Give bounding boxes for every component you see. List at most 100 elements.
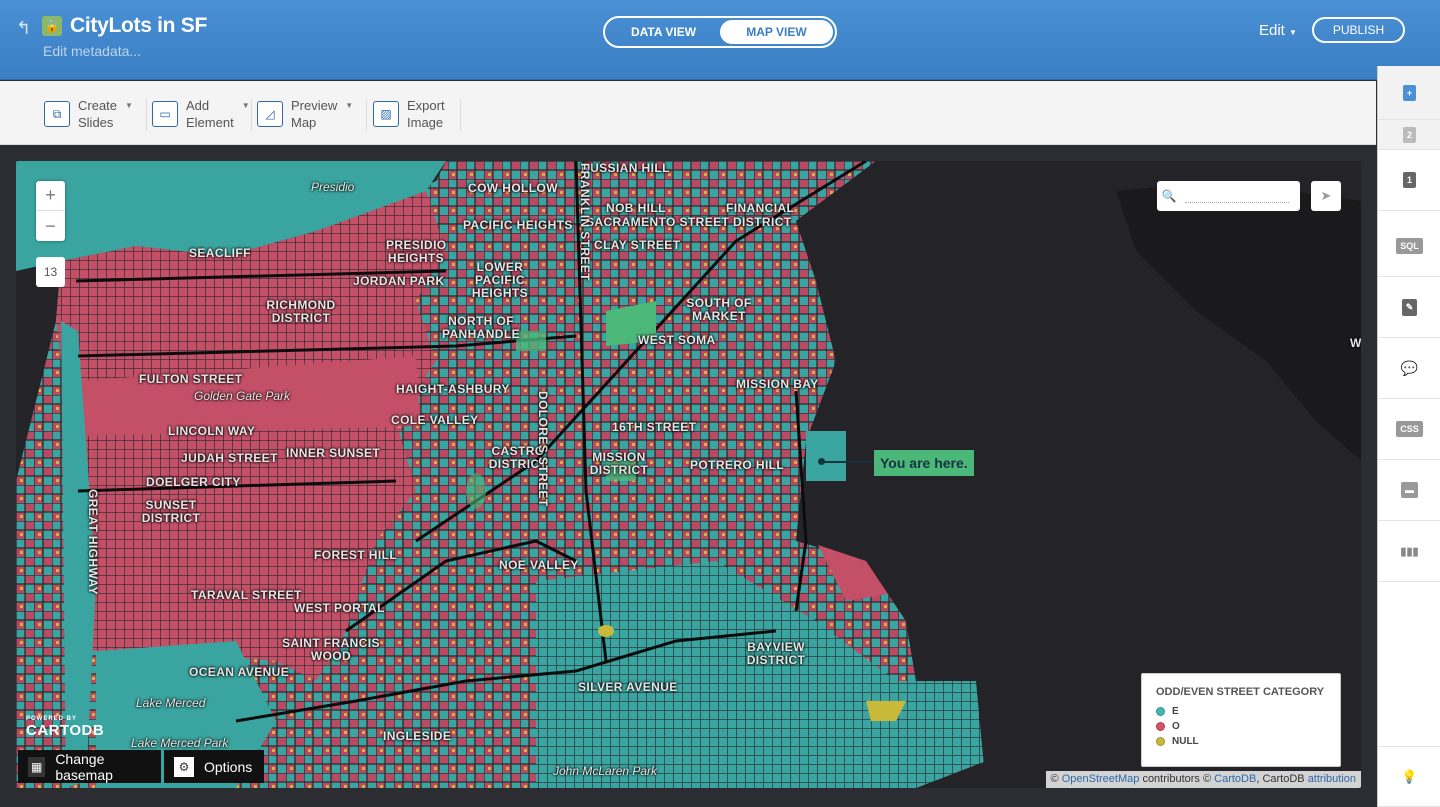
histogram-icon: ▮▮▮: [1400, 545, 1419, 558]
edit-menu[interactable]: Edit ▼: [1259, 22, 1297, 39]
lock-icon[interactable]: 🔒: [42, 16, 62, 36]
map-label: INGLESIDE: [383, 729, 452, 743]
legend-icon: ▬: [1401, 482, 1418, 498]
map-label: TARAVAL STREET: [191, 588, 302, 602]
search-icon: 🔍: [1161, 189, 1177, 203]
slide-2-button[interactable]: 2: [1378, 120, 1440, 150]
map-label: FRANKLIN STREET: [578, 163, 592, 281]
preview-map-button[interactable]: ◿ Preview Map ▼: [257, 97, 353, 131]
legend-label: E: [1172, 706, 1179, 717]
infowindow-panel-button[interactable]: 💬: [1378, 338, 1440, 399]
legend-label: NULL: [1172, 736, 1199, 747]
data-view-tab[interactable]: DATA VIEW: [607, 20, 720, 44]
map-label: BAYVIEW DISTRICT: [746, 640, 806, 667]
map-label: RUSSIAN HILL: [581, 161, 670, 175]
legend-swatch: [1156, 722, 1165, 731]
map-label: DOELGER CITY: [146, 475, 241, 489]
map-label: NOB HILL: [606, 201, 666, 215]
add-label: Add: [186, 98, 210, 113]
map-label: MISSION BAY: [736, 377, 819, 391]
caret-down-icon: ▼: [241, 101, 250, 110]
filters-panel-button[interactable]: ▮▮▮: [1378, 521, 1440, 582]
copyright-text: ©: [1050, 773, 1059, 785]
legend-swatch: [1156, 737, 1165, 746]
wizard-icon: ✎: [1401, 298, 1418, 316]
map-view-tab[interactable]: MAP VIEW: [720, 20, 833, 44]
add-element-button[interactable]: ▭ Add Element ▼: [152, 97, 250, 131]
osm-link[interactable]: OpenStreetMap: [1062, 773, 1140, 785]
map-canvas[interactable]: Presidio RUSSIAN HILL COW HOLLOW NOB HIL…: [16, 161, 1361, 788]
map-label: SOUTH OF MARKET: [686, 296, 752, 323]
divider: [460, 99, 461, 131]
map-label: MISSION DISTRICT: [589, 450, 649, 477]
toolbar: ⧉ Create Slides ▼ ▭ Add Element ▼ ◿ Previe…: [0, 81, 1376, 145]
edit-label: Edit: [1259, 22, 1285, 39]
map-label: NORTH OF PANHANDLE: [441, 314, 521, 341]
css-icon: CSS: [1396, 421, 1423, 437]
zoom-out-button[interactable]: −: [36, 211, 65, 241]
slide-1-button[interactable]: 1: [1378, 150, 1440, 211]
preview-icon: ◿: [257, 101, 283, 127]
options-label: Options: [204, 758, 253, 775]
add-slide-button[interactable]: +: [1378, 66, 1440, 120]
callout-line: [822, 461, 874, 463]
map-label: FOREST HILL: [314, 548, 398, 562]
change-basemap-label: Change basemap: [55, 750, 113, 783]
options-button[interactable]: ⚙ Options: [164, 750, 264, 783]
share-button[interactable]: ➤: [1311, 181, 1341, 211]
edit-metadata-link[interactable]: Edit metadata...: [43, 43, 141, 59]
map-label: SEACLIFF: [189, 246, 251, 260]
map-label: Presidio: [311, 180, 355, 194]
map-search: 🔍: [1157, 181, 1300, 211]
export-label: Export: [407, 98, 445, 113]
slides-icon: ⧉: [44, 101, 70, 127]
legend-swatch: [1156, 707, 1165, 716]
sql-panel-button[interactable]: SQL: [1378, 216, 1440, 277]
tips-button[interactable]: 💡: [1378, 746, 1440, 807]
zoom-level-indicator: 13: [36, 257, 65, 287]
legend: ODD/EVEN STREET CATEGORY E O NULL: [1141, 673, 1341, 767]
element-icon: ▭: [152, 101, 178, 127]
map-label: NOE VALLEY: [499, 558, 579, 572]
gear-icon: ⚙: [174, 756, 194, 777]
divider: [366, 99, 367, 131]
search-input[interactable]: [1185, 189, 1289, 203]
map-label: DOLORES STREET: [536, 391, 550, 507]
map-label: JORDAN PARK: [353, 274, 445, 288]
map-label: Lake Merced: [136, 696, 206, 710]
map-title[interactable]: CityLots in SF: [70, 14, 207, 38]
slide-2-icon: 2: [1402, 126, 1416, 143]
map-label: CLAY STREET: [594, 238, 681, 252]
publish-button[interactable]: PUBLISH: [1312, 17, 1405, 43]
send-icon: ➤: [1320, 188, 1332, 203]
css-panel-button[interactable]: CSS: [1378, 399, 1440, 460]
zoom-in-button[interactable]: +: [36, 181, 65, 211]
cartodb-logo: POWERED BY CARTODB: [26, 716, 104, 739]
image-icon: ▨: [373, 101, 399, 127]
map-label: SAINT FRANCIS WOOD: [282, 636, 380, 663]
legend-item: NULL: [1156, 736, 1326, 747]
map-annotation[interactable]: You are here.: [874, 450, 974, 476]
legends-panel-button[interactable]: ▬: [1378, 460, 1440, 521]
view-toggle: DATA VIEW MAP VIEW: [603, 16, 837, 48]
create-slides-button[interactable]: ⧉ Create Slides ▼: [44, 97, 133, 131]
map-label: SILVER AVENUE: [578, 680, 678, 694]
map-label: WEST PORTAL: [294, 601, 385, 615]
export-image-button[interactable]: ▨ Export Image: [373, 97, 445, 131]
wizard-panel-button[interactable]: ✎: [1378, 277, 1440, 338]
change-basemap-button[interactable]: ▦ Change basemap: [18, 750, 161, 783]
back-arrow-icon[interactable]: ↰: [16, 18, 31, 39]
attribution-link[interactable]: attribution: [1308, 773, 1356, 785]
map-label: Golden Gate Park: [194, 389, 291, 403]
map-label: GREAT HIGHWAY: [86, 489, 100, 595]
caret-down-icon: ▼: [345, 101, 354, 110]
map-label: HAIGHT-ASHBURY: [396, 382, 510, 396]
map-label: INNER SUNSET: [286, 446, 381, 460]
map-label: COW HOLLOW: [468, 181, 558, 195]
map-label: Map: [291, 115, 317, 130]
caret-down-icon: ▼: [1289, 28, 1297, 37]
map-label: SUNSET DISTRICT: [141, 498, 201, 525]
brand-text: CARTODB: [26, 722, 105, 739]
cartodb-link[interactable]: CartoDB: [1214, 773, 1256, 785]
sql-icon: SQL: [1396, 238, 1423, 254]
